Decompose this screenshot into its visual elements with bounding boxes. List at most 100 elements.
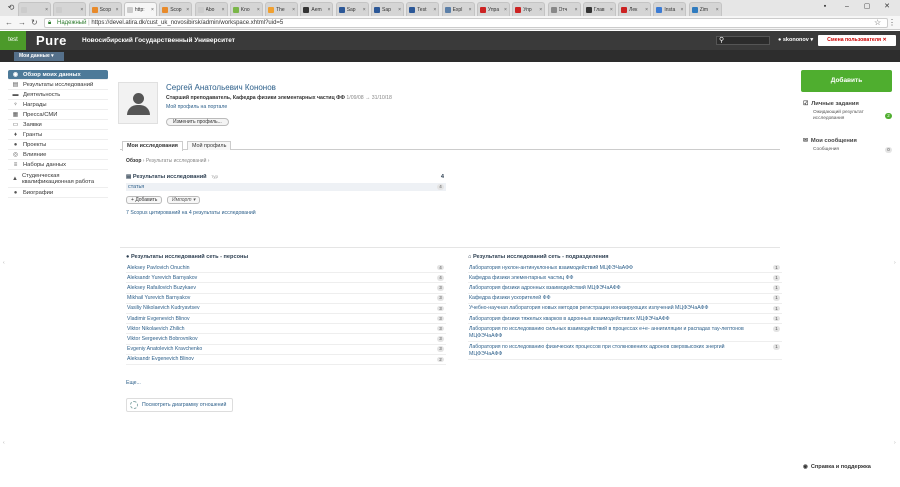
add-content-button[interactable]: Добавить [801, 70, 892, 92]
sidebar-item[interactable]: ▲ Студенческая квалификационная работа [8, 170, 108, 188]
tab-close-icon[interactable]: × [222, 7, 225, 13]
browser-tab[interactable]: Лек × [618, 2, 652, 16]
tab-close-icon[interactable]: × [716, 7, 719, 13]
tab-close-icon[interactable]: × [327, 7, 330, 13]
browser-tab[interactable]: http: × [123, 2, 157, 16]
tab-close-icon[interactable]: × [433, 7, 436, 13]
list-item[interactable]: Aleksey Rafailovich Buzykaev 3 [126, 283, 446, 294]
list-item[interactable]: Viktor Sergeevich Bobrovnikov 3 [126, 334, 446, 345]
scroll-left-arrow[interactable]: ‹ [3, 260, 5, 266]
sidebar-item[interactable]: ▬ Деятельность [8, 90, 108, 100]
tab-close-icon[interactable]: × [151, 7, 154, 13]
tab-close-icon[interactable]: × [398, 7, 401, 13]
tab-my-profile[interactable]: Мой профиль [187, 141, 232, 150]
scopus-citations-link[interactable]: 7 Scopus цитирований на 4 результаты исс… [126, 210, 256, 216]
browser-menu-icon[interactable]: ⟲ [6, 3, 16, 13]
sidebar-item[interactable]: ♆ Награды [8, 100, 108, 110]
search-input[interactable]: ⚲ [716, 36, 770, 45]
my-data-menu[interactable]: Мои данные ▾ [14, 52, 64, 61]
tab-close-icon[interactable]: × [80, 7, 83, 13]
scroll-left-arrow[interactable]: ‹ [3, 440, 5, 446]
tab-close-icon[interactable]: × [575, 7, 578, 13]
research-type-row[interactable]: статья 4 [126, 183, 446, 191]
browser-menu-dots-icon[interactable]: ⋮ [888, 18, 896, 28]
browser-tab[interactable]: Отч × [547, 2, 581, 16]
list-item[interactable]: Учебно-научная лаборатория новых методов… [468, 304, 782, 314]
browser-tab[interactable]: Scop × [159, 2, 193, 16]
tab-close-icon[interactable]: × [116, 7, 119, 13]
browser-tab[interactable]: Sap × [371, 2, 404, 16]
tab-close-icon[interactable]: × [45, 7, 48, 13]
list-item[interactable]: Vladimir Evgenevich Blinov 3 [126, 314, 446, 325]
browser-tab[interactable]: Упра × [476, 2, 510, 16]
tab-close-icon[interactable]: × [363, 7, 366, 13]
list-item[interactable]: Evgeniy Anatolevich Kravchenko 3 [126, 345, 446, 355]
browser-tab[interactable]: Scop × [88, 2, 122, 16]
maximize-button[interactable]: ▢ [856, 0, 878, 16]
list-item[interactable]: Лаборатория нуклон-антинуклонных взаимод… [468, 263, 782, 274]
tab-close-icon[interactable]: × [610, 7, 613, 13]
bookmark-star-icon[interactable]: ☆ [874, 18, 881, 28]
more-link[interactable]: Еще... [126, 380, 141, 386]
browser-tab[interactable]: Kno × [229, 2, 263, 16]
reload-icon[interactable]: ↻ [31, 18, 38, 28]
tab-my-research[interactable]: Мои исследования [122, 141, 183, 151]
close-window-button[interactable]: ✕ [876, 0, 898, 16]
sidebar-item[interactable]: ◉ Обзор моих данных [8, 70, 108, 80]
tab-close-icon[interactable]: × [186, 7, 189, 13]
tab-close-icon[interactable]: × [645, 7, 648, 13]
list-item[interactable]: Лаборатория физики тяжелых кварков в адр… [468, 314, 782, 325]
portal-profile-link[interactable]: Мой профиль на портале [166, 104, 227, 110]
forward-icon[interactable]: → [18, 18, 26, 28]
list-item[interactable]: Кафедра физики элементарных частиц ФФ 1 [468, 273, 782, 284]
browser-tab[interactable]: × [53, 2, 87, 16]
browser-tab[interactable]: Test × [406, 2, 440, 16]
add-research-button[interactable]: + Добавить [126, 196, 163, 204]
change-user-button[interactable]: Смена пользователя ✕ [818, 35, 896, 46]
tab-close-icon[interactable]: × [504, 7, 507, 13]
tab-close-icon[interactable]: × [539, 7, 542, 13]
scroll-right-arrow[interactable]: › [894, 260, 896, 266]
user-menu[interactable]: ● skononov ▾ [778, 37, 813, 43]
sidebar-item[interactable]: ▭ Заявки [8, 120, 108, 130]
browser-tab[interactable]: Insta × [653, 2, 687, 16]
sidebar-item[interactable]: ● Проекты [8, 140, 108, 150]
browser-tab[interactable]: Глав × [582, 2, 616, 16]
list-item[interactable]: Лаборатория по исследованию сильных взаи… [468, 324, 782, 343]
sidebar-item[interactable]: ● Биографии [8, 188, 108, 198]
breadcrumb-overview[interactable]: Обзор [126, 158, 141, 164]
list-item[interactable]: Vasiliy Nikolaevich Kudryavtsev 3 [126, 304, 446, 314]
list-item[interactable]: Aleksey Pavlovich Onuchin 4 [126, 263, 446, 274]
sidebar-item[interactable]: ▦ Пресса/СМИ [8, 110, 108, 120]
browser-tab[interactable]: Sap × [335, 2, 369, 16]
browser-tab[interactable]: Aem × [300, 2, 334, 16]
messages-item[interactable]: Сообщения 0 [803, 147, 892, 153]
tab-close-icon[interactable]: × [469, 7, 472, 13]
back-icon[interactable]: ← [5, 18, 13, 28]
research-output-title[interactable]: Результаты исследований [133, 174, 207, 180]
window-profile-button[interactable]: ▪ [814, 0, 836, 16]
sidebar-item[interactable]: ≡ Наборы данных [8, 160, 108, 170]
list-item[interactable]: Viktor Nikolaevich Zhilich 3 [126, 324, 446, 335]
list-item[interactable]: Лаборатория по исследованию физических п… [468, 342, 782, 361]
brand-logo[interactable]: Pure [36, 33, 67, 48]
list-item[interactable]: Mikhail Yurevich Barnyakov 3 [126, 294, 446, 304]
sidebar-item[interactable]: ♦ Гранты [8, 130, 108, 140]
scroll-right-arrow[interactable]: › [894, 440, 896, 446]
list-item[interactable]: Лаборатория физики адронных взаимодейств… [468, 283, 782, 294]
browser-tab[interactable]: Zim × [688, 2, 722, 16]
import-button[interactable]: Импорт ▾ [167, 196, 201, 204]
sidebar-item[interactable]: ▤ Результаты исследований [8, 80, 108, 90]
list-item[interactable]: Aleksandr Evgenevich Blinov 2 [126, 355, 446, 365]
minimize-button[interactable]: – [836, 0, 858, 16]
list-item[interactable]: Aleksandr Yurevich Barnyakov 4 [126, 273, 446, 284]
url-field[interactable]: 🔒︎ Надежный | https://devel.atira.dk/cus… [44, 18, 888, 28]
sidebar-item[interactable]: ◎ Влияние [8, 150, 108, 160]
tab-close-icon[interactable]: × [292, 7, 295, 13]
browser-tab[interactable]: × [18, 2, 51, 16]
tab-close-icon[interactable]: × [680, 7, 683, 13]
edit-profile-button[interactable]: Изменить профиль... [166, 118, 229, 126]
browser-tab[interactable]: The × [265, 2, 299, 16]
help-link[interactable]: ◉ Справка и поддержка [803, 464, 871, 470]
browser-tab[interactable]: Упр × [512, 2, 546, 16]
